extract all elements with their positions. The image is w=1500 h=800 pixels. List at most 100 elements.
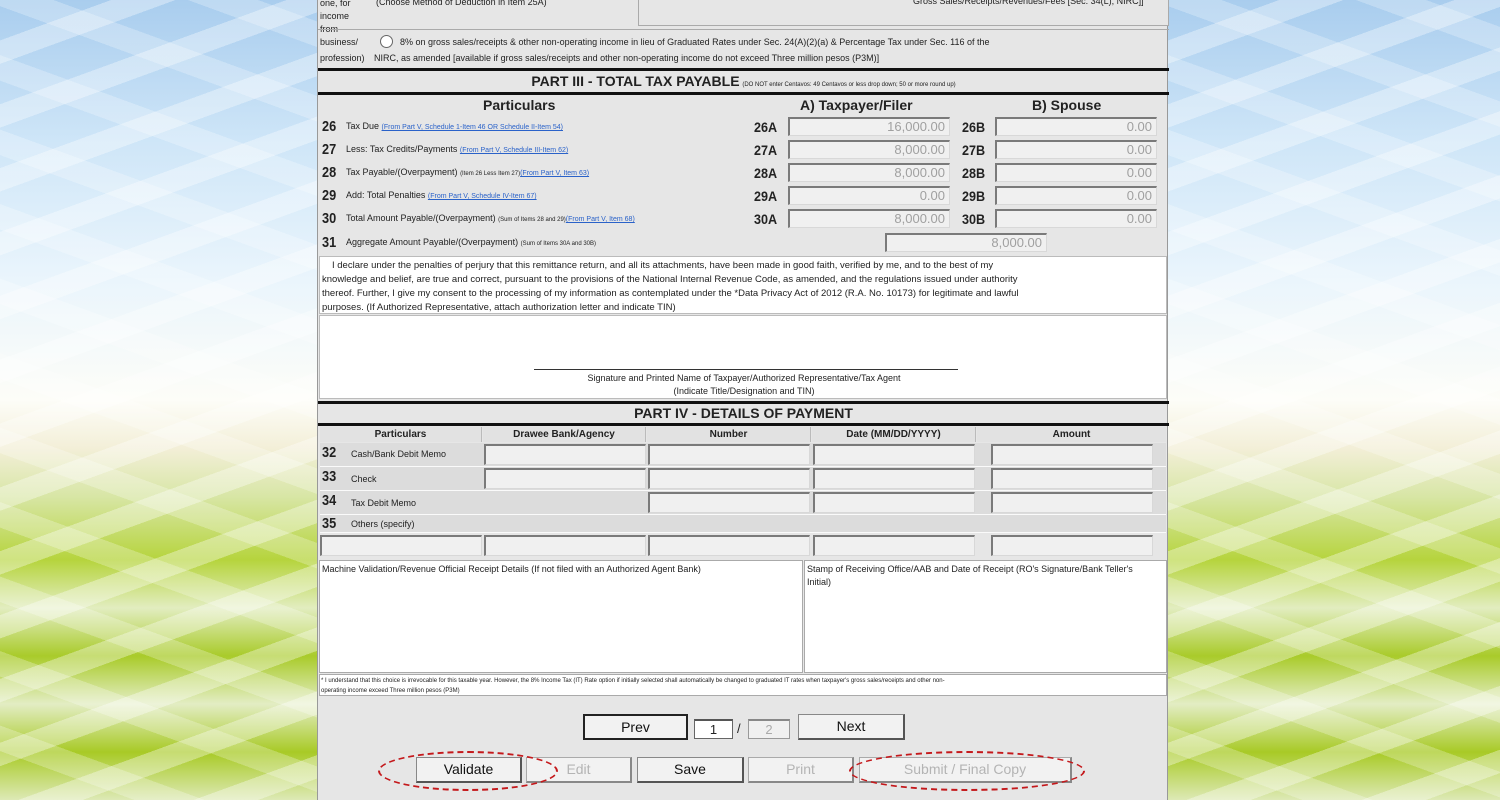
- label-text: Add: Total Penalties: [346, 190, 426, 200]
- tax-debit-number-input[interactable]: [648, 492, 810, 513]
- total-pages: 2: [748, 719, 790, 739]
- field-code: 26B: [962, 119, 986, 135]
- check-date-input[interactable]: [813, 468, 975, 489]
- others-number-input[interactable]: [648, 535, 810, 556]
- edit-button[interactable]: Edit: [526, 757, 632, 783]
- cash-amount-input[interactable]: [991, 444, 1153, 465]
- tax-debit-date-input[interactable]: [813, 492, 975, 513]
- check-number-input[interactable]: [648, 468, 810, 489]
- part3-header: PART III - TOTAL TAX PAYABLE (DO NOT ent…: [318, 73, 1169, 89]
- col-particulars: Particulars: [320, 427, 482, 442]
- item-number: 30: [322, 210, 337, 227]
- item-label: Total Amount Payable/(Overpayment) (Sum …: [346, 213, 635, 223]
- tax-payable-a-input[interactable]: 8,000.00: [788, 163, 950, 182]
- item-number: 26: [322, 118, 337, 135]
- item-label: Add: Total Penalties (From Part V, Sched…: [346, 190, 537, 200]
- others-date-input[interactable]: [813, 535, 975, 556]
- signature-line: [534, 369, 958, 370]
- cash-bank-input[interactable]: [484, 444, 646, 465]
- label-line: profession): [320, 53, 365, 63]
- label-line: one, for: [320, 0, 351, 8]
- background-left: [0, 0, 317, 800]
- col-date: Date (MM/DD/YYYY): [812, 427, 976, 442]
- item-number: 31: [322, 234, 337, 251]
- item-number: 28: [322, 164, 337, 181]
- total-payable-b-input[interactable]: 0.00: [995, 209, 1157, 228]
- item-link[interactable]: (From Part V, Schedule IV-Item 67): [428, 193, 537, 200]
- part4-title: PART IV - DETAILS OF PAYMENT: [634, 405, 853, 421]
- field-code: 28B: [962, 165, 986, 181]
- income-label: one, for income from business/: [320, 0, 375, 49]
- footnote-line: * I understand that this choice is irrev…: [321, 678, 945, 684]
- option-8pct-text: 8% on gross sales/receipts & other non-o…: [400, 37, 990, 47]
- label-line: business/: [320, 37, 359, 47]
- row-label: Tax Debit Memo: [351, 498, 417, 508]
- tax-form: one, for income from business/ (Choose M…: [317, 0, 1169, 800]
- label-text: Tax Due: [346, 121, 380, 131]
- field-code: 30A: [754, 211, 778, 227]
- prev-button[interactable]: Prev: [583, 714, 688, 740]
- item-link[interactable]: (From Part V, Schedule III-Item 62): [460, 147, 568, 154]
- next-button[interactable]: Next: [798, 714, 905, 740]
- part3-title: PART III - TOTAL TAX PAYABLE: [531, 73, 740, 89]
- signature-box[interactable]: Signature and Printed Name of Taxpayer/A…: [319, 315, 1167, 399]
- cash-date-input[interactable]: [813, 444, 975, 465]
- item-number: 29: [322, 187, 337, 204]
- row-label: Check: [351, 474, 377, 484]
- page-number-input[interactable]: 1: [694, 719, 733, 739]
- item-number: 32: [322, 444, 337, 461]
- item-label: Less: Tax Credits/Payments (From Part V,…: [346, 144, 568, 154]
- tax-payable-b-input[interactable]: 0.00: [995, 163, 1157, 182]
- others-specify-input[interactable]: [320, 535, 482, 556]
- aggregate-amount-input[interactable]: 8,000.00: [885, 233, 1047, 252]
- label-line: income: [320, 11, 350, 21]
- declaration-line: knowledge and belief, are true and corre…: [322, 274, 1018, 285]
- tax-due-b-input[interactable]: 0.00: [995, 117, 1157, 136]
- tax-credits-b-input[interactable]: 0.00: [995, 140, 1157, 159]
- validate-button[interactable]: Validate: [416, 757, 522, 783]
- item-label: Tax Payable/(Overpayment) (Item 26 Less …: [346, 167, 589, 177]
- col-particulars: Particulars: [483, 97, 556, 113]
- label-sub: (Item 26 Less Item 27): [460, 171, 521, 177]
- machine-validation-label: Machine Validation/Revenue Official Rece…: [322, 564, 701, 574]
- item-link[interactable]: (From Part V, Item 63): [520, 170, 589, 177]
- item-label: Aggregate Amount Payable/(Overpayment) (…: [346, 237, 596, 247]
- stamp-label: Stamp of Receiving Office/AAB and Date o…: [807, 564, 1133, 587]
- check-bank-input[interactable]: [484, 468, 646, 489]
- tax-credits-a-input[interactable]: 8,000.00: [788, 140, 950, 159]
- submit-final-copy-button[interactable]: Submit / Final Copy: [859, 757, 1072, 783]
- declaration-line: thereof. Further, I give my consent to t…: [322, 288, 1019, 299]
- item-link[interactable]: (From Part V, Item 68): [566, 216, 635, 223]
- declaration-line: purposes. (If Authorized Representative,…: [322, 302, 676, 313]
- field-code: 26A: [754, 119, 778, 135]
- option-8pct-text-2: NIRC, as amended [available if gross sal…: [374, 53, 880, 63]
- deduction-method-text: (Choose Method of Deduction in Item 25A): [376, 0, 547, 7]
- print-button[interactable]: Print: [748, 757, 854, 783]
- item-link[interactable]: (From Part V, Schedule 1-Item 46 OR Sche…: [382, 124, 563, 131]
- total-payable-a-input[interactable]: 8,000.00: [788, 209, 950, 228]
- col-spouse: B) Spouse: [1032, 97, 1102, 113]
- penalties-b-input[interactable]: 0.00: [995, 186, 1157, 205]
- row-label: Cash/Bank Debit Memo: [351, 449, 447, 459]
- machine-validation-box: Machine Validation/Revenue Official Rece…: [319, 560, 803, 673]
- col-taxpayer: A) Taxpayer/Filer: [800, 97, 913, 113]
- tax-due-a-input[interactable]: 16,000.00: [788, 117, 950, 136]
- background-right: [1168, 0, 1500, 800]
- col-drawee-bank: Drawee Bank/Agency: [483, 427, 646, 442]
- penalties-a-input[interactable]: 0.00: [788, 186, 950, 205]
- stamp-box: Stamp of Receiving Office/AAB and Date o…: [804, 560, 1167, 673]
- declaration-line: I declare under the penalties of perjury…: [332, 260, 994, 271]
- option-8pct-radio[interactable]: [380, 35, 393, 48]
- check-amount-input[interactable]: [991, 468, 1153, 489]
- tax-debit-amount-input[interactable]: [991, 492, 1153, 513]
- others-amount-input[interactable]: [991, 535, 1153, 556]
- part3-note: (DO NOT enter Centavos: 49 Centavos or l…: [742, 82, 956, 88]
- label-text: Less: Tax Credits/Payments: [346, 144, 458, 154]
- label-text: Tax Payable/(Overpayment): [346, 167, 458, 177]
- save-button[interactable]: Save: [637, 757, 744, 783]
- cash-number-input[interactable]: [648, 444, 810, 465]
- right-box: Gross Sales/Receipts/Revenues/Fees [Sec.…: [638, 0, 1169, 26]
- field-code: 27A: [754, 142, 778, 158]
- gross-sales-text: Gross Sales/Receipts/Revenues/Fees [Sec.…: [913, 0, 1144, 6]
- others-bank-input[interactable]: [484, 535, 646, 556]
